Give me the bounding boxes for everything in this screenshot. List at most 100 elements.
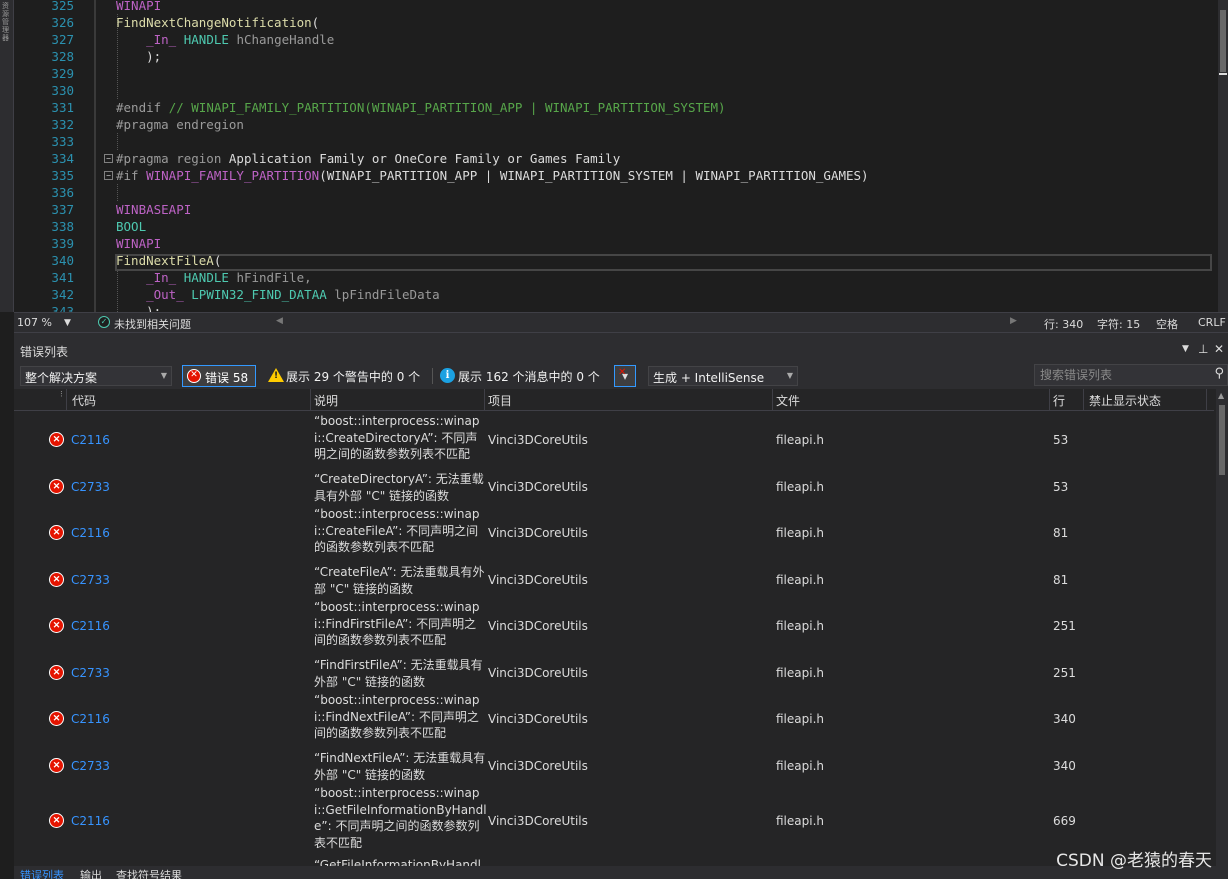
column-header-project[interactable]: 项目: [484, 392, 512, 408]
error-file: fileapi.h: [776, 573, 824, 587]
code-line[interactable]: FindNextChangeNotification(: [116, 14, 319, 31]
tab-error-list[interactable]: 错误列表: [20, 867, 64, 879]
hscroll-right-icon[interactable]: ▶: [1010, 316, 1017, 326]
code-token: Application Family or OneCore Family or …: [228, 151, 621, 166]
code-line[interactable]: );: [116, 303, 161, 312]
error-code-link[interactable]: C2733: [71, 666, 110, 680]
table-row[interactable]: ✕ C2116 “boost::interprocess::winapi::Fi…: [14, 692, 1214, 742]
messages-toggle-button[interactable]: i 展示 162 个消息中的 0 个: [436, 365, 608, 387]
code-line[interactable]: _In_ HANDLE hFindFile,: [116, 269, 312, 286]
no-issues-icon: ✓: [98, 316, 110, 328]
error-code-link[interactable]: C2116: [71, 619, 110, 633]
code-line[interactable]: #endif // WINAPI_FAMILY_PARTITION(WINAPI…: [116, 99, 726, 116]
side-toolwindow-strip[interactable]: 资源管理器: [0, 0, 14, 312]
build-filter-dropdown[interactable]: 生成 + IntelliSense ▼: [648, 366, 798, 386]
fold-collapse-icon[interactable]: −: [104, 154, 113, 163]
column-header-description[interactable]: 说明: [310, 392, 338, 408]
editor-vertical-scrollbar[interactable]: [1218, 0, 1228, 312]
code-line[interactable]: WINAPI: [116, 0, 161, 14]
scope-dropdown[interactable]: 整个解决方案 ▼: [20, 366, 172, 386]
warnings-toggle-button[interactable]: ! 展示 29 个警告中的 0 个: [264, 365, 430, 387]
column-divider[interactable]: [1083, 389, 1084, 411]
column-divider[interactable]: [66, 389, 67, 411]
code-line[interactable]: BOOL: [116, 218, 146, 235]
whitespace-mode[interactable]: 空格: [1156, 316, 1178, 332]
errors-count-label: 错误 58: [205, 371, 249, 385]
code-line[interactable]: WINAPI: [116, 235, 161, 252]
column-header-suppression[interactable]: 禁止显示状态: [1085, 392, 1161, 408]
table-header: ⁝ 代码 说明 项目 文件 行 禁止显示状态: [14, 389, 1214, 411]
close-icon[interactable]: ✕: [1214, 342, 1224, 356]
cursor-line[interactable]: 行: 340: [1044, 316, 1083, 332]
line-number: 342: [51, 287, 74, 302]
search-input[interactable]: [1035, 365, 1195, 385]
code-line[interactable]: #pragma endregion: [116, 116, 244, 133]
error-code-link[interactable]: C2116: [71, 526, 110, 540]
error-code-link[interactable]: C2116: [71, 433, 110, 447]
code-line[interactable]: _Out_ LPWIN32_FIND_DATAA lpFindFileData: [116, 286, 440, 303]
search-box[interactable]: ⚲: [1034, 364, 1228, 386]
error-code-link[interactable]: C2733: [71, 573, 110, 587]
error-description: “CreateDirectoryA”: 无法重载具有外部 "C" 链接的函数: [314, 472, 484, 503]
issues-status[interactable]: 未找到相关问题: [114, 316, 191, 332]
code-line[interactable]: );: [116, 48, 161, 65]
toolbar-divider: [432, 368, 433, 384]
line-number: 327: [51, 32, 74, 47]
scope-value: 整个解决方案: [25, 371, 98, 385]
code-line[interactable]: FindNextFileA(: [116, 252, 221, 269]
table-row[interactable]: ✕ C2733 “CreateDirectoryA”: 无法重载具有外部 "C"…: [14, 468, 1214, 503]
column-header-file[interactable]: 文件: [772, 392, 800, 408]
table-row[interactable]: ✕ C2116 “boost::interprocess::winapi::Cr…: [14, 506, 1214, 556]
zoom-level[interactable]: 107 %: [17, 316, 52, 329]
error-icon: ✕: [49, 758, 64, 773]
dropdown-icon[interactable]: ▼: [1182, 344, 1189, 354]
scrollbar-thumb[interactable]: [1220, 10, 1226, 72]
errors-toggle-button[interactable]: ✕ 错误 58: [182, 365, 256, 387]
code-token: _In_: [146, 32, 177, 47]
clear-filter-button[interactable]: ✕ ▾: [614, 365, 636, 387]
error-list-vertical-scrollbar[interactable]: ▲: [1216, 389, 1228, 866]
column-header-code[interactable]: 代码: [68, 392, 96, 408]
hscroll-left-icon[interactable]: ◀: [276, 316, 283, 326]
error-code-link[interactable]: C2116: [71, 712, 110, 726]
search-icon[interactable]: ⚲: [1214, 366, 1224, 381]
line-ending[interactable]: CRLF: [1198, 316, 1226, 329]
pin-icon[interactable]: ⊥: [1198, 342, 1208, 356]
scroll-up-icon[interactable]: ▲: [1218, 391, 1224, 400]
code-line[interactable]: #pragma region Application Family or One…: [116, 150, 620, 167]
table-row[interactable]: ✕ C2733 “CreateFileA”: 无法重载具有外部 "C" 链接的函…: [14, 561, 1214, 596]
error-code-link[interactable]: C2116: [71, 814, 110, 828]
tab-output[interactable]: 输出: [80, 867, 102, 879]
side-strip-label[interactable]: 资源管理器: [2, 2, 11, 42]
error-icon: ✕: [49, 665, 64, 680]
tab-find-symbol-results[interactable]: 查找符号结果: [116, 867, 182, 879]
table-row[interactable]: “GetFileInformationByHandle”: [14, 857, 1214, 866]
code-line[interactable]: _In_ HANDLE hChangeHandle: [116, 31, 334, 48]
scrollbar-thumb[interactable]: [1219, 405, 1225, 475]
watermark: CSDN @老猿的春天: [1056, 851, 1212, 871]
line-number: 331: [51, 100, 74, 115]
error-code-link[interactable]: C2733: [71, 759, 110, 773]
error-code-link[interactable]: C2733: [71, 480, 110, 494]
cursor-column[interactable]: 字符: 15: [1097, 316, 1140, 332]
code-line[interactable]: WINBASEAPI: [116, 201, 191, 218]
code-token: FindNextChangeNotification: [116, 15, 312, 30]
table-row[interactable]: ✕ C2116 “boost::interprocess::winapi::Fi…: [14, 599, 1214, 649]
table-row[interactable]: ✕ C2733 “FindNextFileA”: 无法重载具有外部 "C" 链接…: [14, 747, 1214, 782]
table-row[interactable]: ✕ C2116 “boost::interprocess::winapi::Ge…: [14, 785, 1214, 853]
error-icon: ✕: [49, 572, 64, 587]
code-line[interactable]: #if WINAPI_FAMILY_PARTITION(WINAPI_PARTI…: [116, 167, 869, 184]
fold-collapse-icon[interactable]: −: [104, 171, 113, 180]
column-header-line[interactable]: 行: [1049, 392, 1065, 408]
table-row[interactable]: ✕ C2116 “boost::interprocess::winapi::Cr…: [14, 413, 1214, 463]
zoom-dropdown-icon[interactable]: ▼: [64, 318, 71, 328]
line-number: 333: [51, 134, 74, 149]
column-divider[interactable]: [1206, 389, 1207, 411]
error-line: 81: [1053, 573, 1069, 587]
sort-indicator-icon[interactable]: ⁝: [56, 390, 63, 406]
table-row[interactable]: ✕ C2733 “FindFirstFileA”: 无法重载具有外部 "C" 链…: [14, 654, 1214, 689]
code-editor[interactable]: 325 326 327 328 329 330 331 332 333 334 …: [14, 0, 1218, 312]
line-number: 329: [51, 66, 74, 81]
scrollbar-caret-marker: [1219, 73, 1227, 75]
line-number: 332: [51, 117, 74, 132]
